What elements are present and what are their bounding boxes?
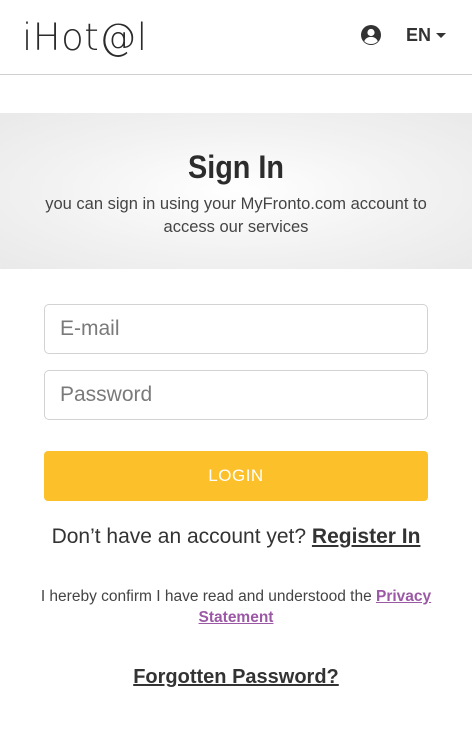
privacy-consent: I hereby confirm I have read and underst… bbox=[36, 586, 436, 628]
register-prompt: Don’t have an account yet? Register In bbox=[0, 523, 472, 551]
user-circle-icon bbox=[361, 25, 381, 45]
page-title: Sign In bbox=[188, 149, 284, 185]
language-label: EN bbox=[406, 24, 432, 45]
forgot-password-container: Forgotten Password? bbox=[0, 663, 472, 691]
email-field[interactable] bbox=[44, 304, 428, 354]
forgot-password-link[interactable]: Forgotten Password? bbox=[133, 666, 339, 688]
privacy-text: I hereby confirm I have read and underst… bbox=[40, 588, 376, 605]
sign-in-banner: Sign In you can sign in using your MyFro… bbox=[0, 113, 472, 269]
password-field[interactable] bbox=[44, 370, 428, 420]
top-header: iHot@l EN bbox=[0, 0, 472, 75]
app-logo[interactable]: iHot@l bbox=[22, 16, 148, 60]
language-selector[interactable]: EN bbox=[406, 24, 447, 46]
login-button[interactable]: LOGIN bbox=[44, 451, 428, 501]
register-link[interactable]: Register In bbox=[312, 525, 421, 548]
register-prompt-text: Don’t have an account yet? bbox=[51, 525, 312, 548]
page-subtitle: you can sign in using your MyFronto.com … bbox=[45, 195, 427, 236]
user-account-button[interactable] bbox=[359, 23, 383, 47]
chevron-down-icon bbox=[436, 32, 447, 38]
